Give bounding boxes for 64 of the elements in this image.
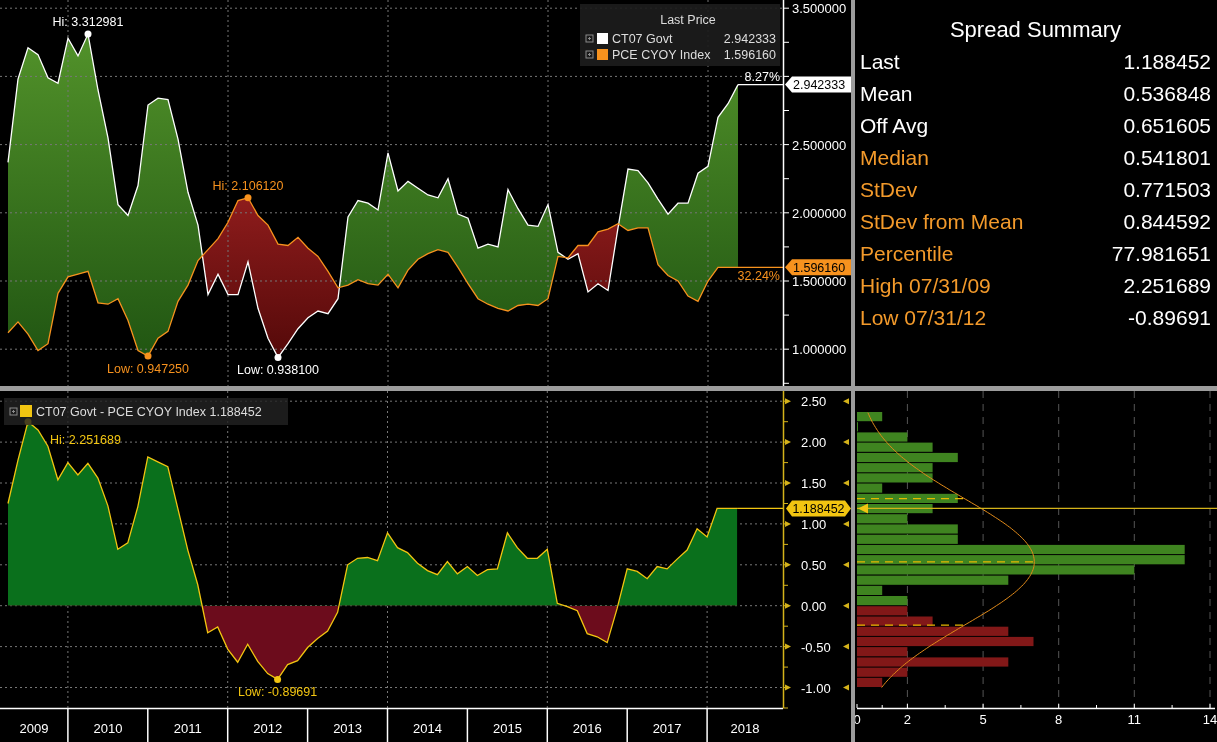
stat-label: Mean <box>860 81 913 107</box>
stat-label: Off Avg <box>860 113 929 139</box>
legend-value: 2.942333 <box>723 32 776 46</box>
change-label: 8.27% <box>744 69 780 84</box>
legend-title: Last Price <box>660 13 716 27</box>
axis-label: 2017 <box>652 721 682 736</box>
annotation-label: Low: 0.947250 <box>107 362 189 376</box>
axis-label: 5 <box>979 712 987 727</box>
stat-value: -0.89691 <box>1128 305 1211 331</box>
axis-label: 2012 <box>253 721 283 736</box>
stat-label: Last <box>860 49 900 75</box>
axis-label: 2.000000 <box>792 205 847 221</box>
stat-value: 0.651605 <box>1123 113 1211 139</box>
axis-label: 8 <box>1055 712 1063 727</box>
stat-label: StDev from Mean <box>860 209 1024 235</box>
change-label: 32.24% <box>737 269 780 284</box>
axis-label: 2016 <box>572 721 602 736</box>
stat-value: 0.536848 <box>1123 81 1211 107</box>
annotation-label: Low: -0.89691 <box>238 685 318 700</box>
axis-label: 2.50 <box>801 394 827 410</box>
axis-label: 2.500000 <box>792 137 847 153</box>
axis-label: 2010 <box>93 721 123 736</box>
annotation-label: Hi: 3.312981 <box>52 15 124 30</box>
axis-label: 2018 <box>730 721 760 736</box>
stat-value: 0.541801 <box>1123 145 1211 171</box>
value-tag: 2.942333 <box>785 76 851 93</box>
axis-label: 2009 <box>19 721 49 736</box>
annotation-label: Low: 0.938100 <box>237 363 319 378</box>
axis-label: -1.00 <box>801 680 831 696</box>
axis-label: 3.500000 <box>792 1 847 17</box>
axis-label: 2015 <box>492 721 522 736</box>
stat-label: Median <box>860 145 929 171</box>
panel-title: Spread Summary <box>948 16 1123 44</box>
legend-label: CT07 Govt <box>612 32 673 46</box>
axis-label: 0.50 <box>801 557 827 573</box>
stat-label: Percentile <box>860 241 954 267</box>
stat-value: 0.771503 <box>1123 177 1211 203</box>
axis-label: 2.00 <box>801 435 827 451</box>
stat-label: Low 07/31/12 <box>860 305 987 331</box>
axis-label: 1.500000 <box>792 274 847 289</box>
legend-label: PCE CYOY Index <box>612 48 711 62</box>
axis-label: -0.50 <box>801 639 831 655</box>
stat-value: 2.251689 <box>1123 273 1211 299</box>
axis-label: 2013 <box>333 721 363 736</box>
axis-label: 2014 <box>413 721 442 736</box>
stat-label: High 07/31/09 <box>860 273 991 299</box>
axis-label: 14 <box>1202 712 1217 727</box>
stat-value: 0.844592 <box>1123 209 1211 235</box>
legend-value: 1.596160 <box>723 48 776 62</box>
axis-label: 1.50 <box>801 476 827 491</box>
annotation-label: Hi: 2.106120 <box>212 178 284 193</box>
axis-label: 1.000000 <box>792 342 847 358</box>
stat-value: 1.188452 <box>1123 49 1211 75</box>
axis-label: 11 <box>1127 712 1142 727</box>
stat-label: StDev <box>860 177 918 203</box>
axis-label: 2011 <box>173 721 202 736</box>
stat-value: 77.981651 <box>1111 241 1211 267</box>
annotation-label: Hi: 2.251689 <box>50 432 121 447</box>
legend-label: CT07 Govt - PCE CYOY Index 1.188452 <box>36 405 262 419</box>
value-tag: 1.596160 <box>785 259 851 276</box>
axis-label: 2 <box>903 712 911 727</box>
axis-label: 1.00 <box>801 516 827 532</box>
value-tag: 1.188452 <box>786 500 851 517</box>
axis-label: 0.00 <box>801 598 827 614</box>
